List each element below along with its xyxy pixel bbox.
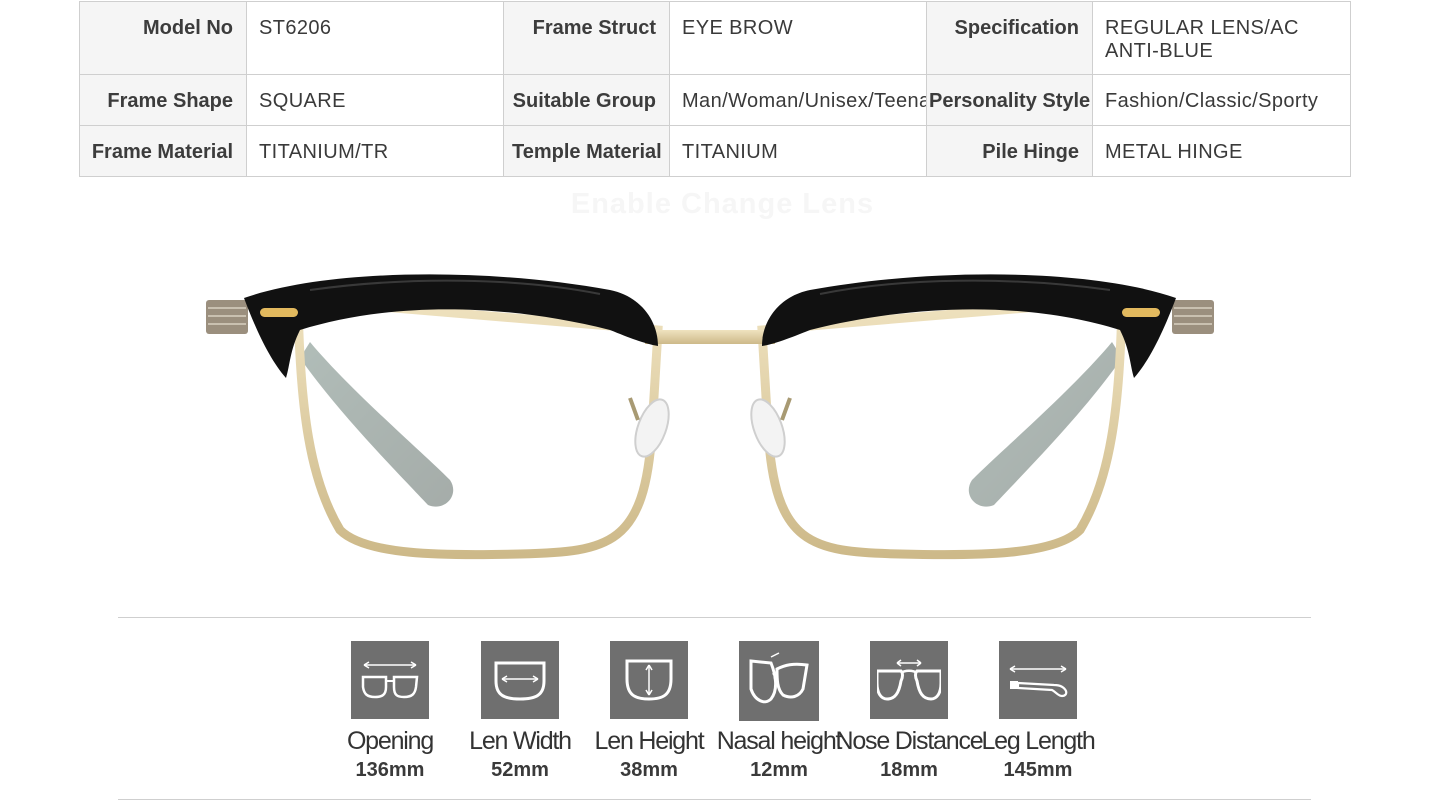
eyeglasses-image	[206, 274, 1214, 560]
measurement-value: 145mm	[1003, 759, 1073, 781]
lens-caption: Enable Change Lens	[570, 188, 875, 220]
measurement-len-width: Len Width 52mm	[445, 641, 595, 782]
len-width-icon	[481, 641, 559, 719]
measurement-nose-distance: Nose Distance 18mm	[834, 641, 984, 782]
measurement-label: Leg Length	[981, 727, 1095, 755]
measurement-value: 12mm	[750, 759, 808, 781]
spec-row: Frame Shape SQUARE Suitable Group Man/Wo…	[79, 74, 1351, 126]
divider	[118, 617, 1311, 618]
spec-label: Personality Style	[926, 74, 1093, 126]
spec-value: SQUARE	[246, 74, 504, 126]
leg-length-icon	[999, 641, 1077, 719]
measurement-label: Nasal height	[716, 727, 843, 755]
measurement-opening: Opening 136mm	[315, 641, 465, 782]
spec-label: Pile Hinge	[926, 125, 1093, 177]
spec-value: METAL HINGE	[1092, 125, 1351, 177]
len-height-icon	[610, 641, 688, 719]
measurement-value: 136mm	[355, 759, 425, 781]
spec-value: Man/Woman/Unisex/Teenager	[669, 74, 927, 126]
spec-label: Temple Material	[503, 125, 670, 177]
spec-row: Model No ST6206 Frame Struct EYE BROW Sp…	[79, 1, 1351, 75]
spec-value: TITANIUM	[669, 125, 927, 177]
spec-label: Frame Shape	[79, 74, 247, 126]
measurement-value: 18mm	[880, 759, 938, 781]
measurement-leg-length: Leg Length 145mm	[963, 641, 1113, 782]
spec-value: TITANIUM/TR	[246, 125, 504, 177]
opening-icon	[351, 641, 429, 719]
spec-value: REGULAR LENS/AC ANTI-BLUE	[1092, 1, 1351, 75]
spec-label: Specification	[926, 1, 1093, 75]
nose-distance-icon	[870, 641, 948, 719]
measurement-label: Len Width	[469, 727, 572, 755]
nasal-height-icon	[739, 641, 819, 721]
measurement-label: Opening	[346, 727, 434, 755]
measurement-label: Len Height	[594, 727, 705, 755]
measurement-label: Nose Distance	[835, 727, 984, 755]
spec-label: Frame Material	[79, 125, 247, 177]
spec-label: Suitable Group	[503, 74, 670, 126]
spec-table: Model No ST6206 Frame Struct EYE BROW Sp…	[79, 1, 1351, 177]
spec-label: Model No	[79, 1, 247, 75]
spec-row: Frame Material TITANIUM/TR Temple Materi…	[79, 125, 1351, 177]
spec-label: Frame Struct	[503, 1, 670, 75]
measurement-len-height: Len Height 38mm	[574, 641, 724, 782]
spec-value: Fashion/Classic/Sporty	[1092, 74, 1351, 126]
spec-value: EYE BROW	[669, 1, 927, 75]
measurement-value: 52mm	[491, 759, 549, 781]
measurement-value: 38mm	[620, 759, 678, 781]
measurement-nasal-height: Nasal height 12mm	[704, 641, 854, 782]
spec-value: ST6206	[246, 1, 504, 75]
